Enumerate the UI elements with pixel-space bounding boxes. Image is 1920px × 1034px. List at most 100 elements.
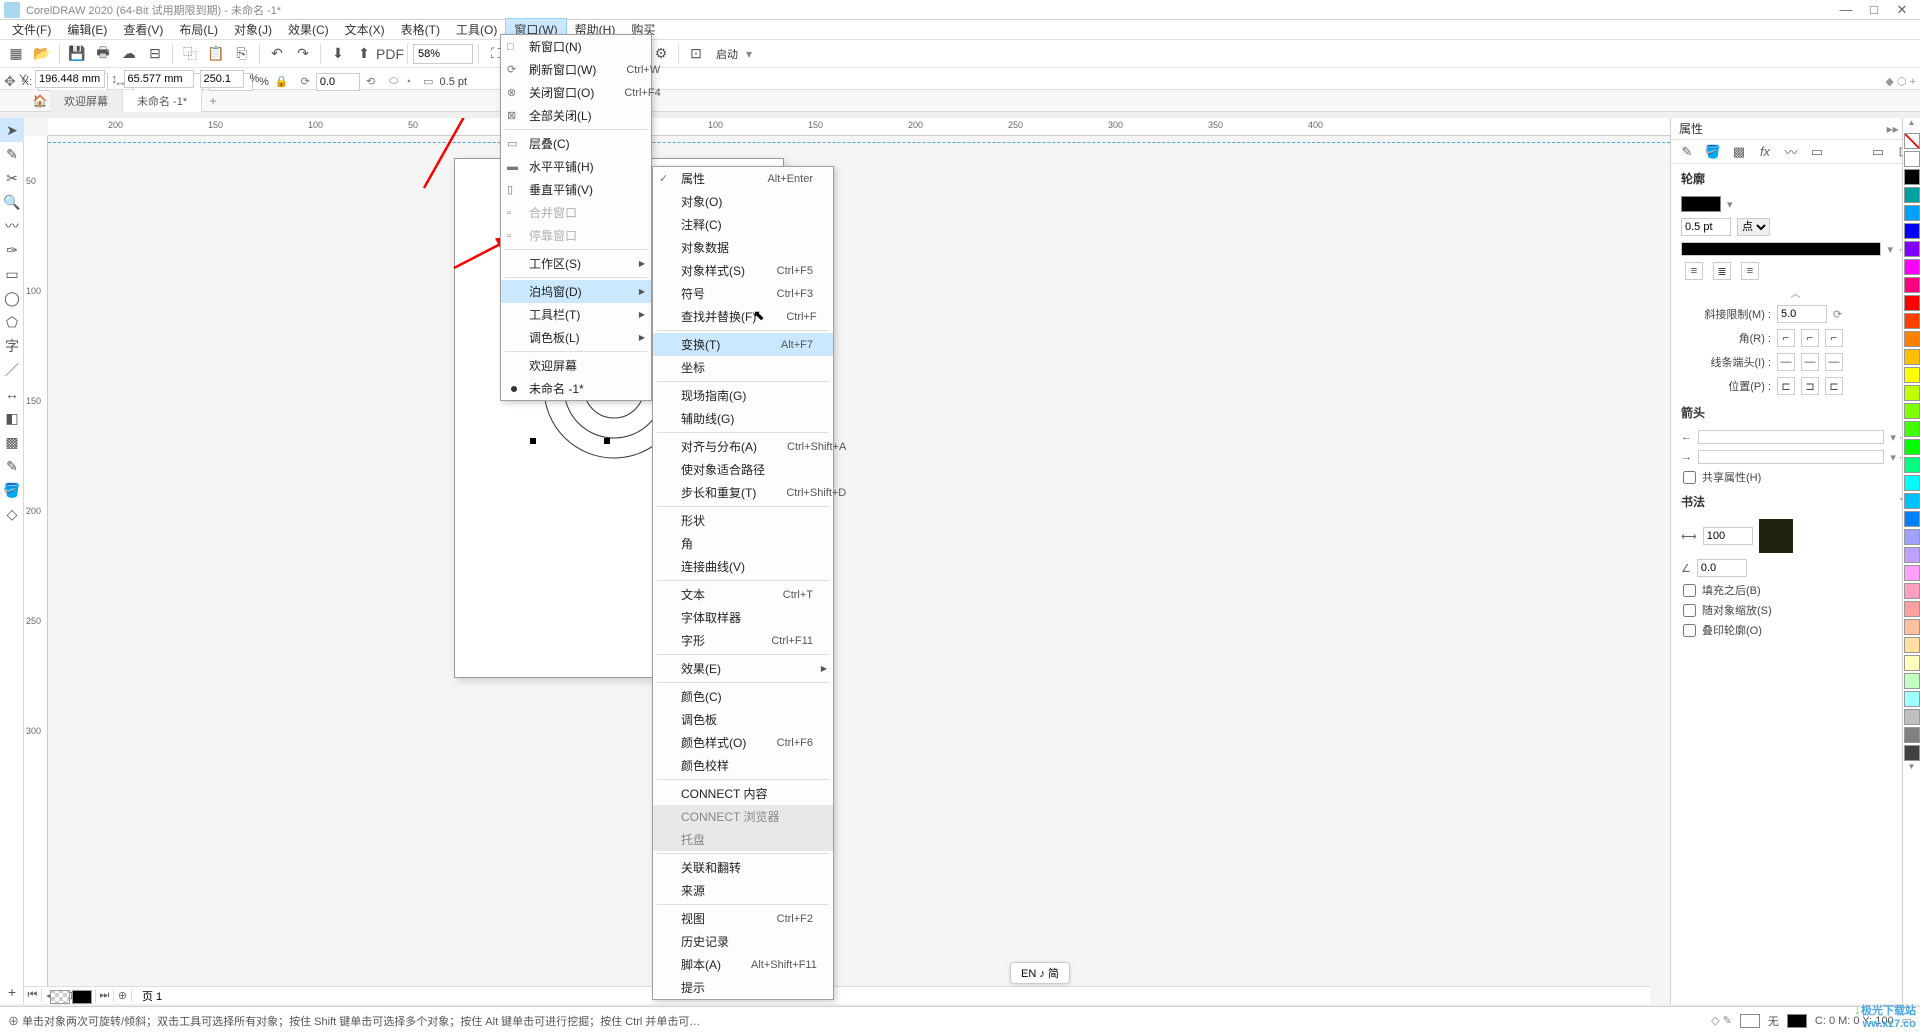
- menu-item[interactable]: 关闭窗口(O)Ctrl+F4⊗: [501, 81, 651, 104]
- print-icon[interactable]: 🖶: [91, 42, 115, 66]
- wrap-tab-icon[interactable]: 〰: [1781, 142, 1801, 162]
- menu-item[interactable]: 脚本(A)Alt+Shift+F11: [653, 953, 833, 976]
- menu-item[interactable]: 未命名 -1*: [501, 377, 651, 400]
- menu-item[interactable]: 刷新窗口(W)Ctrl+W⟳: [501, 58, 651, 81]
- menu-item[interactable]: 对象样式(S)Ctrl+F5: [653, 259, 833, 282]
- pdf-icon[interactable]: PDF: [378, 42, 402, 66]
- color-swatch[interactable]: [1904, 727, 1920, 743]
- menu-item[interactable]: 颜色校样: [653, 754, 833, 777]
- text-tool-icon[interactable]: 字: [0, 334, 24, 358]
- export-icon[interactable]: ⬆: [352, 42, 376, 66]
- menu-item[interactable]: 水平平铺(H)▬: [501, 155, 651, 178]
- guide-line[interactable]: [48, 142, 1670, 143]
- overprint-checkbox[interactable]: [1683, 624, 1696, 637]
- fill-tool-icon[interactable]: 🪣: [0, 478, 24, 502]
- menu-item[interactable]: 颜色(C): [653, 685, 833, 708]
- line-tool-icon[interactable]: ／: [0, 358, 24, 382]
- menu-item[interactable]: 符号Ctrl+F3: [653, 282, 833, 305]
- color-swatch[interactable]: [1904, 457, 1920, 473]
- corner3-icon[interactable]: ⌐: [1825, 329, 1843, 347]
- layer-icon[interactable]: ⊡: [684, 42, 708, 66]
- page-label[interactable]: 页 1: [132, 988, 172, 1004]
- merge-icon[interactable]: ⊟: [143, 42, 167, 66]
- cap2-icon[interactable]: —: [1801, 353, 1819, 371]
- launch-dropdown[interactable]: 启动: [710, 46, 744, 62]
- rectangle-tool-icon[interactable]: ▭: [0, 262, 24, 286]
- zoom-tool-icon[interactable]: 🔍: [0, 190, 24, 214]
- menu-item[interactable]: 注释(C): [653, 213, 833, 236]
- panel-icon[interactable]: ▭: [1868, 142, 1888, 162]
- outline-width-input[interactable]: [1681, 218, 1731, 236]
- clipboard-icon[interactable]: ⎘: [230, 42, 254, 66]
- tab-document[interactable]: 未命名 -1*: [123, 90, 202, 112]
- eyedropper-tool-icon[interactable]: ✎: [0, 454, 24, 478]
- color-swatch[interactable]: [1904, 331, 1920, 347]
- h-input[interactable]: [124, 70, 194, 88]
- menu-1[interactable]: 编辑(E): [59, 19, 115, 40]
- color-swatch[interactable]: [1904, 313, 1920, 329]
- y-input[interactable]: [35, 70, 105, 88]
- no-color-swatch[interactable]: [1904, 133, 1920, 149]
- color-swatch[interactable]: [1904, 187, 1920, 203]
- selection-handle[interactable]: [530, 438, 536, 444]
- menu-item[interactable]: 视图Ctrl+F2: [653, 907, 833, 930]
- menu-item[interactable]: 步长和重复(T)Ctrl+Shift+D: [653, 481, 833, 504]
- menu-item[interactable]: 颜色样式(O)Ctrl+F6: [653, 731, 833, 754]
- menu-item[interactable]: 对象(O): [653, 190, 833, 213]
- menu-item[interactable]: CONNECT 浏览器: [653, 805, 833, 828]
- crop-tool-icon[interactable]: ✂: [0, 166, 24, 190]
- color-swatch[interactable]: [1904, 691, 1920, 707]
- new-icon[interactable]: ▦: [4, 42, 28, 66]
- tab-welcome[interactable]: 欢迎屏幕: [50, 90, 123, 112]
- transparency-tool-icon[interactable]: ▩: [0, 430, 24, 454]
- angle-input[interactable]: [1697, 559, 1747, 577]
- menu-item[interactable]: 属性Alt+Enter✓: [653, 167, 833, 190]
- color-swatch[interactable]: [1904, 205, 1920, 221]
- menu-item[interactable]: 使对象适合路径: [653, 458, 833, 481]
- menu-item[interactable]: 调色板: [653, 708, 833, 731]
- add-page-icon[interactable]: ⊕: [114, 989, 132, 1002]
- menu-item[interactable]: 来源: [653, 879, 833, 902]
- outline-color-swatch[interactable]: [1681, 196, 1721, 212]
- black-swatch[interactable]: [72, 990, 92, 1004]
- color-swatch[interactable]: [1904, 637, 1920, 653]
- menu-7[interactable]: 表格(T): [393, 19, 448, 40]
- color-swatch[interactable]: [1904, 745, 1920, 761]
- color-swatch[interactable]: [1904, 583, 1920, 599]
- color-swatch[interactable]: [1904, 259, 1920, 275]
- menu-item[interactable]: 调色板(L): [501, 326, 651, 349]
- menu-item[interactable]: 现场指南(G): [653, 384, 833, 407]
- align-r-icon[interactable]: ≡: [1741, 262, 1759, 280]
- stretch-input[interactable]: [1703, 527, 1753, 545]
- scale-with-checkbox[interactable]: [1683, 604, 1696, 617]
- menu-6[interactable]: 文本(X): [337, 19, 393, 40]
- color-swatch[interactable]: [1904, 349, 1920, 365]
- color-swatch[interactable]: [1904, 151, 1920, 167]
- menu-item[interactable]: 欢迎屏幕: [501, 354, 651, 377]
- minimize-button[interactable]: —: [1832, 2, 1860, 17]
- menu-item[interactable]: 效果(E): [653, 657, 833, 680]
- color-swatch[interactable]: [1904, 673, 1920, 689]
- outline-unit-select[interactable]: 点: [1737, 218, 1770, 236]
- paste-icon[interactable]: 📋: [204, 42, 228, 66]
- outline-tab-icon[interactable]: ✎: [1677, 142, 1697, 162]
- home-icon[interactable]: 🏠: [30, 94, 50, 108]
- color-swatch[interactable]: [1904, 547, 1920, 563]
- menu-item[interactable]: 变换(T)Alt+F7: [653, 333, 833, 356]
- menu-item[interactable]: 新窗口(N)□: [501, 35, 651, 58]
- sy-input[interactable]: [200, 70, 244, 88]
- color-swatch[interactable]: [1904, 169, 1920, 185]
- corner1-icon[interactable]: ⌐: [1777, 329, 1795, 347]
- color-swatch[interactable]: [1904, 277, 1920, 293]
- color-swatch[interactable]: [1904, 475, 1920, 491]
- menu-item[interactable]: 连接曲线(V): [653, 555, 833, 578]
- cap1-icon[interactable]: —: [1777, 353, 1795, 371]
- menu-item[interactable]: 文本Ctrl+T: [653, 583, 833, 606]
- menu-item[interactable]: 字体取样器: [653, 606, 833, 629]
- menu-item[interactable]: 层叠(C)▭: [501, 132, 651, 155]
- pos2-icon[interactable]: ⊐: [1801, 377, 1819, 395]
- collapse-icon[interactable]: +: [0, 980, 24, 1004]
- menu-3[interactable]: 布局(L): [171, 19, 226, 40]
- color-swatch[interactable]: [1904, 223, 1920, 239]
- color-swatch[interactable]: [1904, 241, 1920, 257]
